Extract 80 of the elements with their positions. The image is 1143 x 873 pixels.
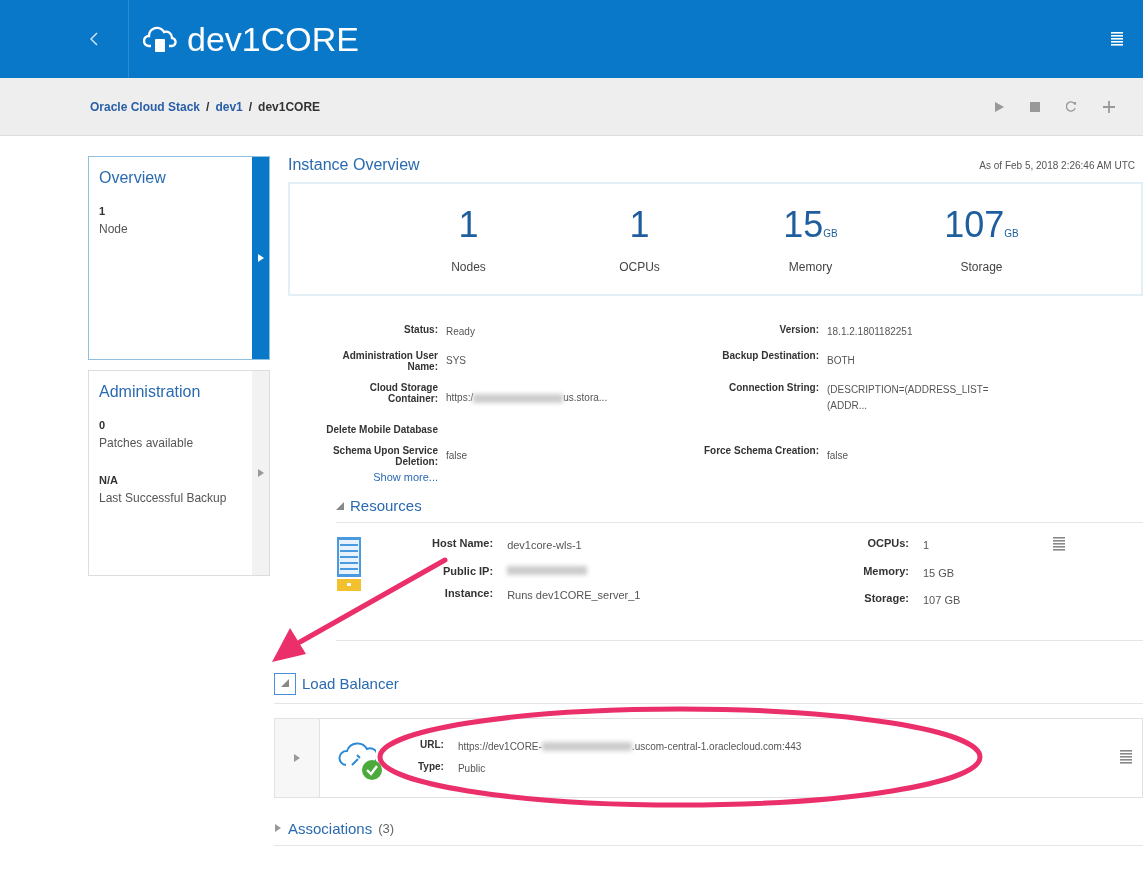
field-label: Host Name: — [432, 537, 494, 551]
field-label: Administration User Name: — [341, 350, 438, 372]
field-value: false — [446, 449, 469, 463]
section-title[interactable]: Associations — [288, 819, 373, 837]
field-label: Delete Mobile Database — [326, 424, 438, 435]
field-value: 18.1.2.1801182251 — [827, 325, 914, 339]
metric-label: Nodes — [451, 260, 486, 274]
field-value: (DESCRIPTION=(ADDRESS_LIST=(ADDR... — [827, 383, 990, 413]
stat-value: 1 — [99, 205, 107, 217]
field-value: BOTH — [827, 354, 856, 368]
metric-label: Memory — [788, 260, 833, 274]
field-label: OCPUs: — [866, 537, 909, 551]
field-label: Backup Destination: — [721, 350, 819, 363]
menu-icon[interactable] — [1120, 749, 1132, 764]
cloud-icon — [143, 24, 177, 54]
breadcrumb-separator: / — [206, 99, 210, 114]
field-value: 1 — [922, 538, 931, 553]
stat-label: Node — [99, 221, 129, 238]
back-icon — [90, 32, 98, 46]
field-value: https:/ us.stora... — [446, 391, 609, 405]
collapse-button[interactable] — [274, 672, 296, 695]
stat-label: Patches available — [99, 435, 195, 452]
field-value: Public — [457, 761, 487, 776]
field-label: Connection String: — [728, 382, 819, 395]
metric-value: 1 — [458, 204, 479, 246]
field-value: Runs dev1CORE_server_1 — [507, 587, 642, 603]
timestamp: As of Feb 5, 2018 2:26:46 AM UTC — [979, 159, 1135, 171]
stop-icon[interactable] — [1030, 101, 1040, 112]
breadcrumb-separator: / — [248, 99, 253, 114]
menu-icon[interactable] — [1052, 537, 1065, 551]
section-title: Instance Overview — [288, 156, 420, 174]
field-label: Type: — [418, 760, 444, 774]
field-value: Ready — [446, 325, 476, 339]
stat-label: Last Successful Backup — [99, 489, 228, 507]
expand-icon[interactable] — [256, 254, 265, 262]
field-label: Status: — [404, 324, 438, 337]
menu-icon[interactable] — [1111, 32, 1123, 46]
stat-value: 0 — [99, 419, 107, 431]
server-icon — [336, 537, 362, 593]
play-icon[interactable] — [995, 101, 1004, 112]
field-value: dev1core-wls-1 — [507, 538, 583, 553]
field-label: Storage: — [863, 592, 909, 607]
field-label: URL: — [419, 738, 444, 752]
stat-value: N/A — [99, 473, 119, 486]
expand-icon[interactable] — [274, 824, 282, 833]
expand-icon[interactable] — [256, 469, 265, 477]
breadcrumb-link[interactable]: dev1 — [215, 99, 243, 114]
field-label: Schema Upon Service Deletion: — [331, 445, 438, 467]
field-value: 107 GB — [922, 593, 962, 609]
field-label: Version: — [778, 324, 819, 337]
overview-card[interactable]: Administration 0 Patches available N/A Last Successful Backup — [88, 370, 270, 576]
expand-icon[interactable] — [293, 753, 301, 762]
field-value: 15 GB — [922, 565, 956, 581]
count-label: (3) — [378, 820, 395, 836]
field-value: false — [827, 449, 850, 463]
metric-label: Storage — [960, 260, 1003, 274]
current-page-label[interactable]: dev1CORE — [258, 99, 321, 114]
section-title[interactable]: Load Balancer — [302, 675, 399, 693]
metric-value: 15GB — [783, 204, 838, 246]
add-icon[interactable] — [1103, 100, 1115, 113]
field-label: Force Schema Creation: — [702, 445, 819, 458]
overview-card[interactable]: Overview 1 Node — [88, 156, 270, 360]
card-title: Overview — [99, 169, 167, 187]
metric-label: OCPUs — [619, 260, 660, 274]
section-title[interactable]: Resources — [350, 497, 422, 514]
field-label: Memory: — [863, 564, 909, 579]
field-label: Instance: — [443, 586, 494, 601]
page-title: dev1CORE — [187, 19, 360, 59]
field-label: Cloud Storage Container: — [368, 382, 438, 406]
show-more-link[interactable]: Show more... — [373, 471, 438, 483]
metric-value: 107GB — [944, 204, 1019, 246]
collapse-icon[interactable] — [281, 678, 289, 687]
field-value: https://dev1CORE- .uscom-central-1.oraclecloud.com:443 — [457, 739, 802, 754]
field-value: SYS — [446, 354, 467, 368]
card-title: Administration — [99, 383, 202, 401]
collapse-icon[interactable] — [336, 501, 344, 510]
refresh-icon[interactable] — [1066, 101, 1077, 112]
metric-value: 1 — [629, 204, 650, 246]
breadcrumb-link[interactable]: Oracle Cloud Stack — [90, 99, 201, 114]
field-label: Public IP: — [442, 564, 494, 577]
